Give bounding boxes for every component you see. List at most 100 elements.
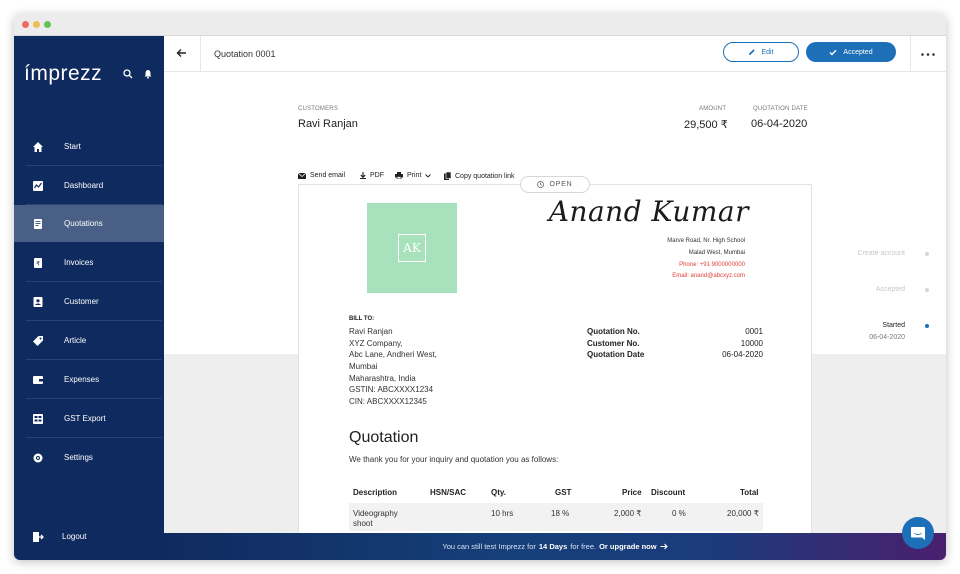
sidebar-item-label: Dashboard — [64, 181, 104, 190]
edit-button[interactable]: Edit — [723, 42, 799, 62]
maximize-window-button[interactable] — [44, 21, 51, 28]
amount-value: 29,500 ₹ — [684, 119, 728, 131]
close-window-button[interactable] — [22, 21, 29, 28]
timeline-create-account: Create account — [857, 250, 905, 257]
top-bar: Quotation 0001 Edit Accepted — [164, 36, 946, 72]
customers-label: CUSTOMERS — [298, 106, 339, 112]
minimize-window-button[interactable] — [33, 21, 40, 28]
upgrade-link[interactable]: Or upgrade now — [599, 542, 657, 551]
bill-to-line: Mumbai — [349, 362, 378, 371]
send-email-label: Send email — [310, 172, 346, 179]
arrow-right-icon — [660, 543, 668, 550]
chart-icon — [33, 180, 43, 191]
customer-no-label: Customer No. — [587, 339, 640, 348]
sidebar-item-label: Settings — [64, 453, 93, 462]
contact-phone: Phone: +91 9000000000 — [679, 262, 745, 268]
chat-icon — [911, 526, 925, 540]
sidebar-item-label: Start — [64, 142, 81, 151]
row-gst: 18 % — [551, 509, 570, 518]
divider — [200, 36, 201, 71]
sidebar-item-article[interactable]: Article — [14, 322, 164, 359]
customer-no-value: 10000 — [740, 339, 763, 348]
app-logo[interactable]: ímprezz — [24, 62, 102, 86]
column-header-price: Price — [622, 488, 642, 497]
document-intro: We thank you for your inquiry and quotat… — [349, 455, 559, 464]
main-content: CUSTOMERS Ravi Ranjan AMOUNT 29,500 ₹ QU… — [164, 72, 946, 560]
amount-label: AMOUNT — [699, 106, 727, 112]
quotation-date-value: 06-04-2020 — [751, 118, 808, 130]
print-action[interactable]: Print — [395, 172, 432, 179]
timeline-dot-active — [925, 324, 929, 328]
divider — [910, 36, 911, 71]
sidebar-item-dashboard[interactable]: Dashboard — [14, 167, 164, 204]
timeline-dot — [925, 252, 929, 256]
more-options-icon[interactable] — [921, 53, 935, 56]
gear-icon — [33, 453, 43, 462]
bill-to-line: Ravi Ranjan — [349, 327, 393, 336]
bill-to-line: GSTIN: ABCXXXX1234 — [349, 385, 434, 394]
clock-icon — [537, 181, 545, 188]
window-titlebar — [14, 14, 946, 36]
logo-initials: AK — [398, 234, 426, 262]
divider — [26, 359, 162, 360]
download-icon — [360, 172, 366, 179]
back-arrow-icon[interactable] — [176, 48, 187, 58]
divider — [26, 437, 162, 438]
row-qty: 10 hrs — [491, 509, 514, 518]
sidebar-item-label: Invoices — [64, 258, 94, 267]
sidebar-item-label: Quotations — [64, 219, 103, 228]
quotation-date-field-value: 06-04-2020 — [722, 350, 763, 359]
accepted-button[interactable]: Accepted — [806, 42, 896, 62]
bell-icon[interactable] — [143, 69, 153, 79]
sidebar-item-quotations[interactable]: Quotations — [14, 205, 164, 242]
sidebar: ímprezz Start Dashboard Quotations ₹ Inv… — [14, 36, 164, 560]
divider — [26, 320, 162, 321]
pdf-label: PDF — [370, 172, 384, 179]
send-email-action[interactable]: Send email — [298, 172, 345, 179]
sidebar-item-expenses[interactable]: Expenses — [14, 361, 164, 398]
wallet-icon — [33, 375, 43, 384]
timeline-dot — [925, 288, 929, 292]
upgrade-prefix: You can still test Imprezz for — [442, 542, 536, 551]
bill-to-line: CIN: ABCXXXX12345 — [349, 397, 427, 406]
app-window: ímprezz Start Dashboard Quotations ₹ Inv… — [14, 14, 946, 560]
logout-button[interactable]: Logout — [14, 518, 164, 555]
logout-icon — [33, 531, 44, 542]
sidebar-item-settings[interactable]: Settings — [14, 439, 164, 476]
bill-to-line: XYZ Company, — [349, 339, 403, 348]
customer-icon — [33, 296, 43, 307]
column-header-hsn: HSN/SAC — [430, 488, 467, 497]
divider — [26, 398, 162, 399]
timeline-started-date: 06-04-2020 — [869, 334, 905, 341]
search-icon[interactable] — [123, 69, 133, 79]
upgrade-banner[interactable]: You can still test Imprezz for 14 Days f… — [164, 533, 946, 560]
bill-to-line: Maharashtra, India — [349, 374, 416, 383]
quotation-document: AK Anand Kumar Marve Road, Nr. High Scho… — [298, 184, 812, 544]
bill-to-line: Abc Lane, Andheri West, — [349, 350, 437, 359]
row-price: 2,000 ₹ — [614, 509, 642, 518]
sidebar-item-start[interactable]: Start — [14, 128, 164, 165]
upgrade-middle: for free. — [570, 542, 597, 551]
signature-name: Anand Kumar — [548, 195, 749, 228]
edit-label: Edit — [761, 48, 774, 56]
tag-icon — [33, 335, 43, 346]
customer-name[interactable]: Ravi Ranjan — [298, 118, 358, 130]
column-header-qty: Qty. — [491, 488, 506, 497]
pdf-action[interactable]: PDF — [360, 172, 384, 179]
timeline-started: Started — [882, 322, 905, 329]
copy-icon — [444, 172, 451, 180]
sidebar-item-label: Article — [64, 336, 87, 345]
row-description: Videography — [353, 509, 398, 518]
sidebar-item-invoices[interactable]: ₹ Invoices — [14, 244, 164, 281]
quotation-date-label: QUOTATION DATE — [753, 106, 808, 112]
bill-to-label: BILL TO: — [349, 316, 375, 322]
column-header-description: Description — [353, 488, 398, 497]
sidebar-item-customer[interactable]: Customer — [14, 283, 164, 320]
accepted-label: Accepted — [843, 48, 873, 56]
address-line-1: Marve Road, Nr. High School — [667, 238, 745, 244]
chat-button[interactable] — [902, 517, 934, 549]
quotation-icon — [34, 218, 42, 229]
copy-link-action[interactable]: Copy quotation link — [444, 172, 515, 180]
home-icon — [33, 141, 43, 152]
sidebar-item-gst-export[interactable]: GST Export — [14, 400, 164, 437]
